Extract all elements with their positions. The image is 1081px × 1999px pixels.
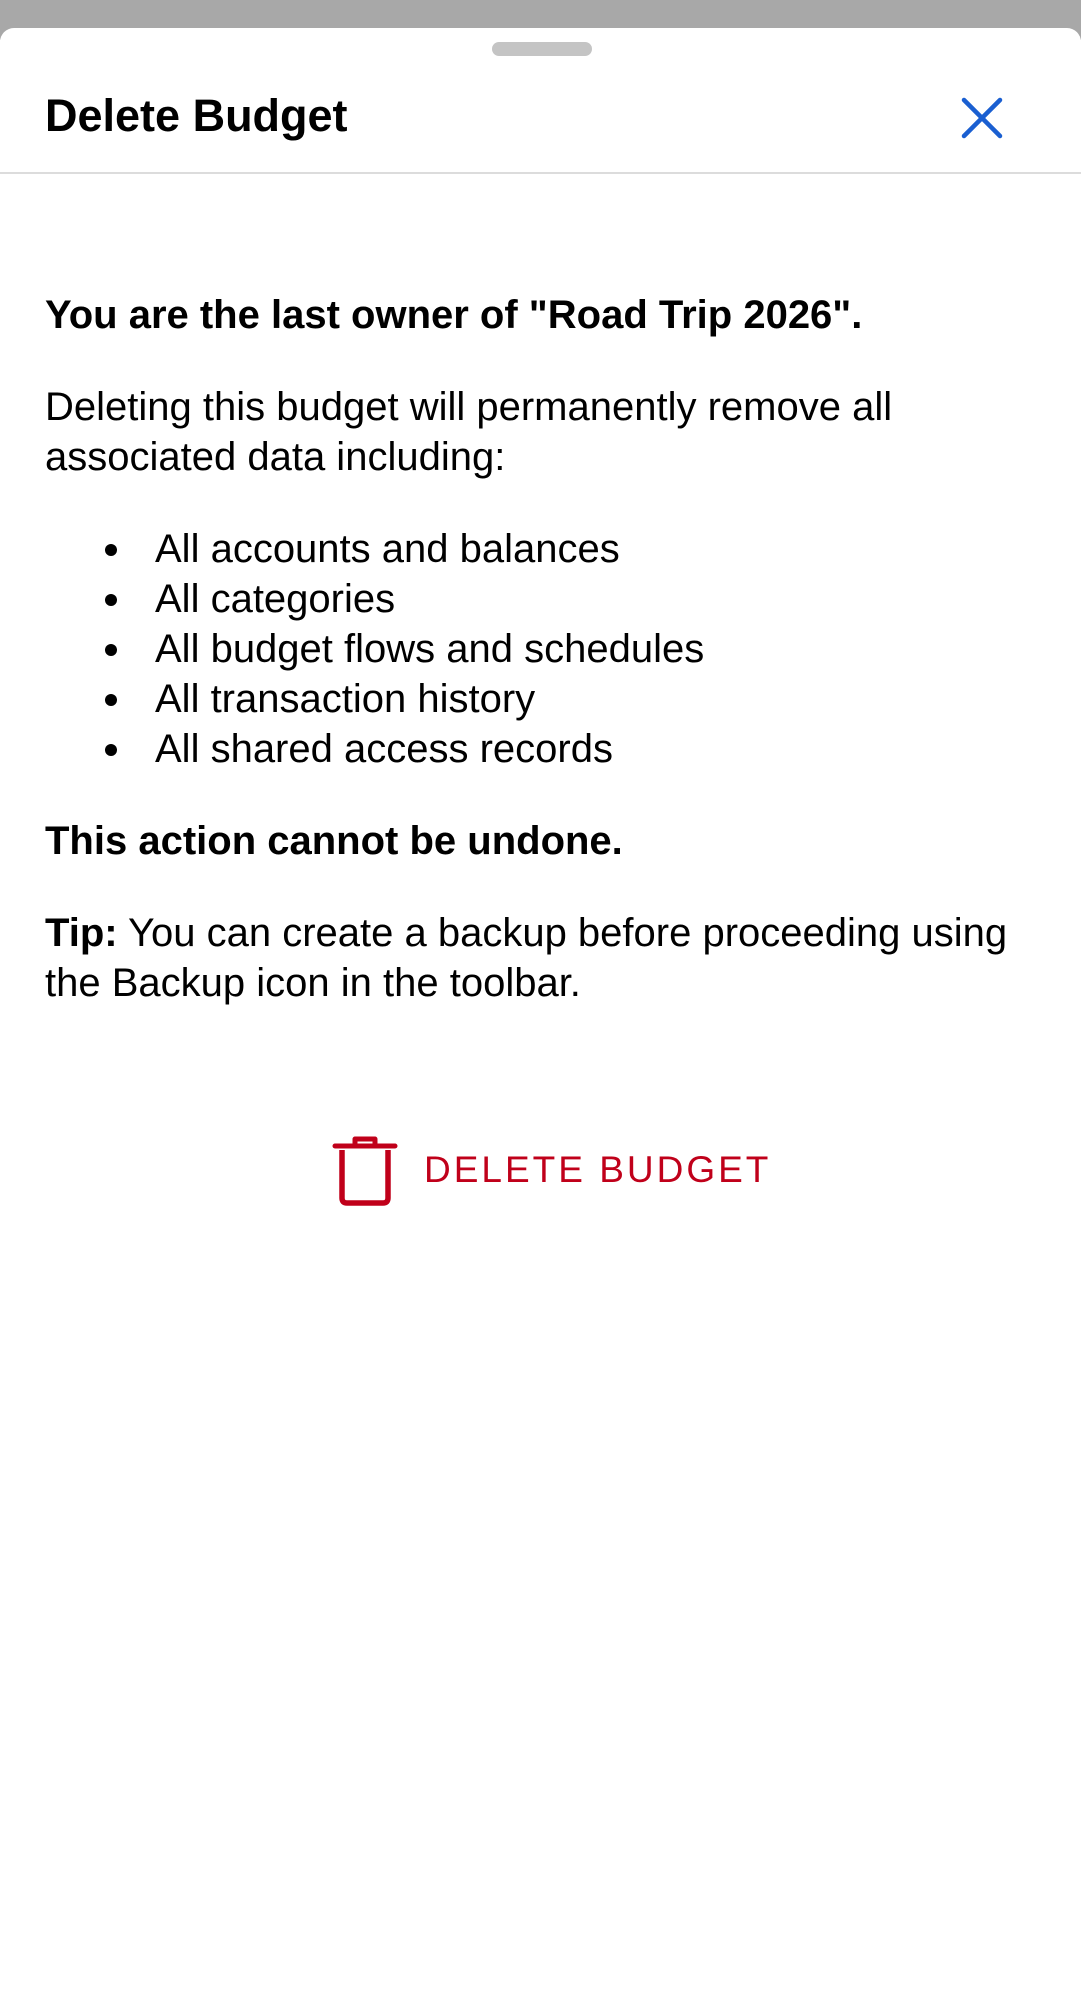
- trash-icon: [330, 1133, 400, 1207]
- delete-warning-content: You are the last owner of "Road Trip 202…: [45, 290, 1035, 1050]
- irreversible-warning: This action cannot be undone.: [45, 819, 623, 863]
- sheet-title: Delete Budget: [45, 90, 348, 141]
- last-owner-notice: You are the last owner of "Road Trip 202…: [45, 293, 863, 337]
- delete-budget-label: DELETE BUDGET: [424, 1149, 772, 1190]
- list-item: All budget flows and schedules: [105, 624, 1035, 674]
- close-button[interactable]: [952, 88, 1012, 148]
- list-item: All accounts and balances: [105, 524, 1035, 574]
- backup-tip: Tip: You can create a backup before proc…: [45, 908, 1035, 1008]
- sheet-header: Delete Budget: [0, 40, 1081, 174]
- list-item: All categories: [105, 574, 1035, 624]
- delete-budget-button[interactable]: DELETE BUDGET: [330, 1128, 771, 1212]
- tip-text: You can create a backup before proceedin…: [45, 911, 1008, 1005]
- deleted-data-list: All accounts and balances All categories…: [105, 524, 1035, 774]
- list-item: All transaction history: [105, 674, 1035, 724]
- delete-description: Deleting this budget will permanently re…: [45, 385, 893, 479]
- tip-label: Tip:: [45, 911, 118, 955]
- close-icon: [961, 97, 1003, 139]
- list-item: All shared access records: [105, 724, 1035, 774]
